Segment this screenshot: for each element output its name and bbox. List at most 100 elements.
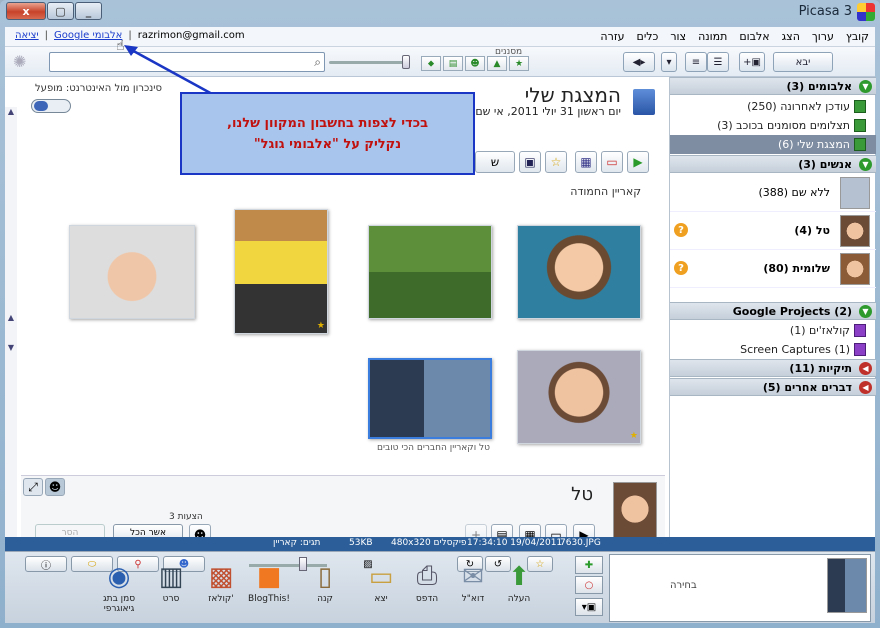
clear-selection-icon[interactable]: ○ xyxy=(575,576,603,594)
link-separator: | xyxy=(44,30,48,41)
star-album-button[interactable]: ☆ xyxy=(545,151,567,173)
photo-thumbnail[interactable] xyxy=(368,225,492,319)
collage-label: קולאז' xyxy=(208,594,234,604)
album-icon xyxy=(854,138,866,151)
status-datetime: 17:34:10 19/04/2011 xyxy=(467,538,563,548)
menu-bar: קובץ ערוך הצג אלבום תמונה צור כלים עזרה … xyxy=(5,27,875,47)
folders-section-header[interactable]: תיקיות (11) ◀ xyxy=(670,359,876,377)
view-grid-button[interactable]: ☰ xyxy=(707,52,729,72)
menu-help[interactable]: עזרה xyxy=(600,30,624,43)
project-item[interactable]: Screen Captures (1) xyxy=(670,340,876,359)
google-albums-link[interactable]: Google אלבומי xyxy=(54,30,122,41)
back-button[interactable]: ◀▸ xyxy=(623,52,655,72)
menu-view[interactable]: הצג xyxy=(782,30,800,43)
section-label: קאריין החמודה xyxy=(570,185,641,198)
link-separator: | xyxy=(128,30,132,41)
albums-section-header[interactable]: אלבומים (3) ▼ xyxy=(670,77,876,95)
question-icon: ? xyxy=(674,223,688,237)
filter-geotag-button[interactable]: ⬥ xyxy=(421,56,441,71)
fullscreen-icon[interactable]: ⤢ xyxy=(23,478,43,496)
movie-button[interactable]: ▥ סרט xyxy=(147,558,195,620)
geotag-label: סמן בתג גיאוגרפי xyxy=(102,594,136,614)
menu-create[interactable]: צור xyxy=(670,30,686,43)
album-item-selected[interactable]: המצגת שלי (6) xyxy=(670,135,876,154)
album-item[interactable]: תצלומים מסומנים בכוכב (3) xyxy=(670,116,876,135)
sync-status-label: סינכרון מול האינטרנט: מופעל xyxy=(35,83,162,94)
person-view-icon[interactable]: ☻ xyxy=(45,478,65,496)
blogthis-button[interactable]: ■ BlogThis! xyxy=(245,558,293,620)
print-album-button[interactable]: ▭ xyxy=(601,151,623,173)
export-button[interactable]: ▭ יצא xyxy=(357,558,405,620)
photo-thumbnail[interactable]: ★ xyxy=(234,209,328,334)
expand-icon[interactable]: ▼ xyxy=(859,305,872,318)
email-button[interactable]: ✉ דוא"ל xyxy=(449,558,497,620)
album-date: יום ראשון 31 יולי 2011, אי שם xyxy=(475,105,621,118)
person-item[interactable]: ? שלומית (80) xyxy=(670,250,876,288)
menu-edit[interactable]: ערוך xyxy=(812,30,834,43)
export-album-button[interactable]: ▦ xyxy=(575,151,597,173)
menu-file[interactable]: קובץ xyxy=(846,30,869,43)
album-title: המצגת שלי xyxy=(524,83,621,107)
filter-video-button[interactable]: ▤ xyxy=(443,56,463,71)
menu-tools[interactable]: כלים xyxy=(637,30,659,43)
maximize-window-button[interactable]: ▢ xyxy=(47,2,74,20)
photo-thumbnail[interactable]: ★ xyxy=(517,350,641,444)
import-button[interactable]: יבא xyxy=(773,52,833,72)
menu-album[interactable]: אלבום xyxy=(739,30,769,43)
minimize-window-button[interactable]: _ xyxy=(75,2,102,20)
photo-thumbnail[interactable] xyxy=(517,225,641,319)
dropdown-button[interactable]: ▾ xyxy=(661,52,677,72)
people-section-header[interactable]: אנשים (3) ▼ xyxy=(670,155,876,173)
view-list-button[interactable]: ≡ xyxy=(685,52,707,72)
sign-out-link[interactable]: יציאה xyxy=(15,30,39,41)
filter-starred-button[interactable]: ★ xyxy=(509,56,529,71)
photo-thumbnail-selected[interactable] xyxy=(368,358,492,439)
status-tags: תגים: קאריין xyxy=(273,538,321,548)
add-album-button[interactable]: +▣ xyxy=(739,52,765,72)
selection-thumbnail[interactable] xyxy=(827,558,867,613)
info-button[interactable]: ⓘ xyxy=(25,556,67,572)
scroll-up-icon[interactable]: ▲ xyxy=(5,313,17,325)
collapse-icon[interactable]: ◀ xyxy=(859,381,872,394)
album-item[interactable]: עודכן לאחרונה (250) xyxy=(670,97,876,116)
album-item-label: המצגת שלי (6) xyxy=(777,138,850,151)
scroll-down-icon[interactable]: ▼ xyxy=(5,343,17,355)
upload-button[interactable]: ⬆ העלה xyxy=(495,558,543,620)
expand-icon[interactable]: ▼ xyxy=(859,80,872,93)
geotag-button[interactable]: ◉ סמן בתג גיאוגרפי xyxy=(95,558,143,620)
other-section-header[interactable]: דברים אחרים (5) ◀ xyxy=(670,378,876,396)
search-input[interactable]: ⌕ xyxy=(49,52,325,72)
collapse-icon[interactable]: ◀ xyxy=(859,362,872,375)
shop-button[interactable]: ▯ קנה xyxy=(301,558,349,620)
photo-thumbnail[interactable] xyxy=(69,225,195,319)
hold-selection-icon[interactable]: ✚ xyxy=(575,556,603,574)
account-email: razrimon@gmail.com xyxy=(137,30,245,41)
add-to-album-icon[interactable]: ▾▣ xyxy=(575,598,603,616)
filter-slider-thumb[interactable] xyxy=(402,55,410,69)
play-slideshow-button[interactable]: ▶ xyxy=(627,151,649,173)
menu-picture[interactable]: תמונה xyxy=(698,30,727,43)
filter-people-button[interactable]: ☻ xyxy=(465,56,485,71)
save-album-button[interactable]: ▣ xyxy=(519,151,541,173)
filter-slider-track[interactable] xyxy=(329,61,409,64)
sync-toggle[interactable] xyxy=(31,99,71,113)
close-window-button[interactable]: x xyxy=(6,2,46,20)
main-scrollbar[interactable]: ▲ ▲ ▼ xyxy=(5,107,17,547)
status-dimensions: 480x320 פיקסלים xyxy=(391,538,467,548)
expand-icon[interactable]: ▼ xyxy=(859,158,872,171)
person-item[interactable]: ? טל (4) xyxy=(670,212,876,250)
filter-uploaded-button[interactable]: ▲ xyxy=(487,56,507,71)
project-item[interactable]: קולאז'ים (1) xyxy=(670,321,876,340)
person-item[interactable]: ללא שם (388) xyxy=(670,174,876,212)
projects-section-header[interactable]: Google Projects (2) ▼ xyxy=(670,302,876,320)
movie-label: סרט xyxy=(162,594,180,604)
other-section-label: דברים אחרים (5) xyxy=(762,381,852,394)
collage-button[interactable]: ▩ קולאז' xyxy=(197,558,245,620)
menu: קובץ ערוך הצג אלבום תמונה צור כלים עזרה xyxy=(600,30,869,43)
person-thumbnail xyxy=(613,482,657,542)
earth-icon: ◉ xyxy=(107,562,131,592)
folder-icon: ▭ xyxy=(368,562,394,592)
scroll-up-icon[interactable]: ▲ xyxy=(5,107,17,119)
share-album-button[interactable]: ש xyxy=(475,151,515,173)
print-button[interactable]: ⎙ הדפס xyxy=(403,558,451,620)
